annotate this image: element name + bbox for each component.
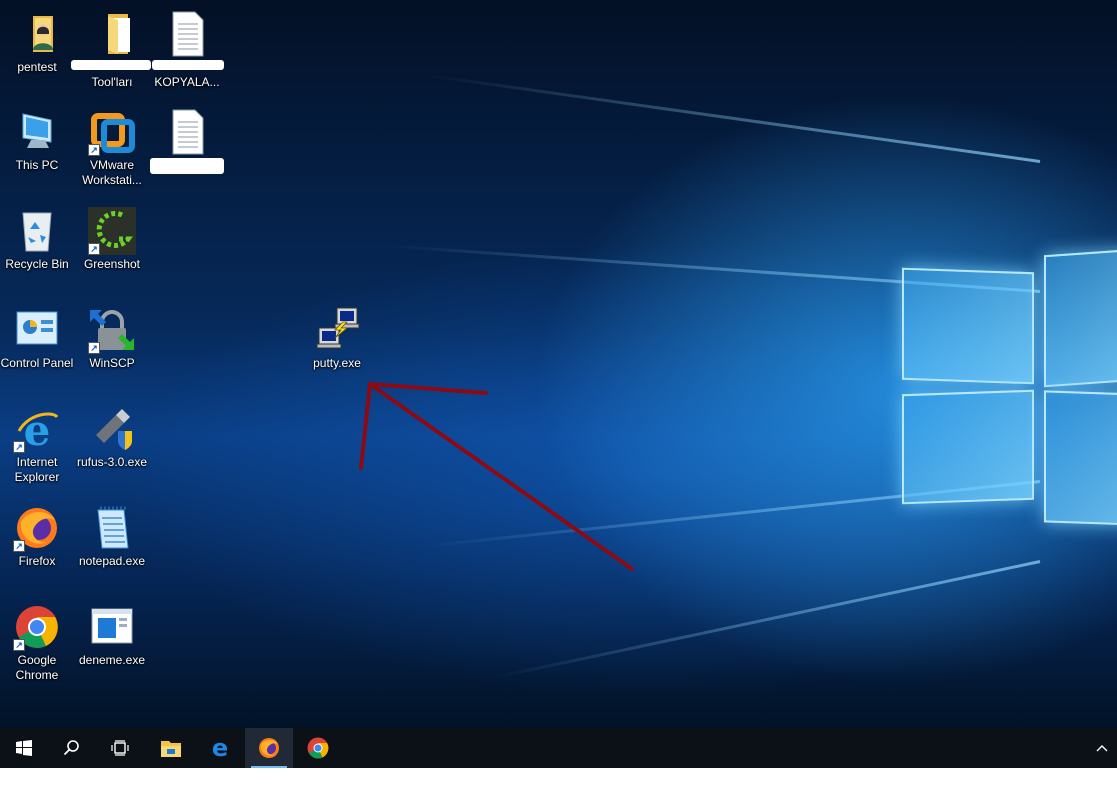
search-button[interactable]: [48, 728, 96, 768]
chevron-up-icon: [1096, 745, 1107, 752]
firefox-icon: [259, 738, 279, 758]
taskbar-firefox[interactable]: [245, 728, 293, 768]
taskbar-file-explorer[interactable]: [147, 728, 195, 768]
taskbar-edge[interactable]: e: [196, 728, 244, 768]
start-button[interactable]: [0, 728, 48, 768]
show-hidden-icons-button[interactable]: [1086, 728, 1117, 768]
red-arrow-annotation: [359, 382, 634, 571]
chrome-icon: [307, 737, 329, 759]
taskbar: e: [0, 728, 1117, 768]
edge-icon: e: [212, 737, 228, 759]
windows-start-icon: [16, 740, 32, 756]
task-view-button[interactable]: [96, 728, 144, 768]
search-icon: [63, 740, 79, 756]
svg-text:e: e: [212, 737, 228, 759]
desktop-background[interactable]: pentest This PC Recycle Bin Control Pane…: [0, 0, 1117, 728]
task-view-icon: [111, 740, 129, 756]
taskbar-chrome[interactable]: [294, 728, 342, 768]
file-explorer-icon: [161, 741, 181, 757]
